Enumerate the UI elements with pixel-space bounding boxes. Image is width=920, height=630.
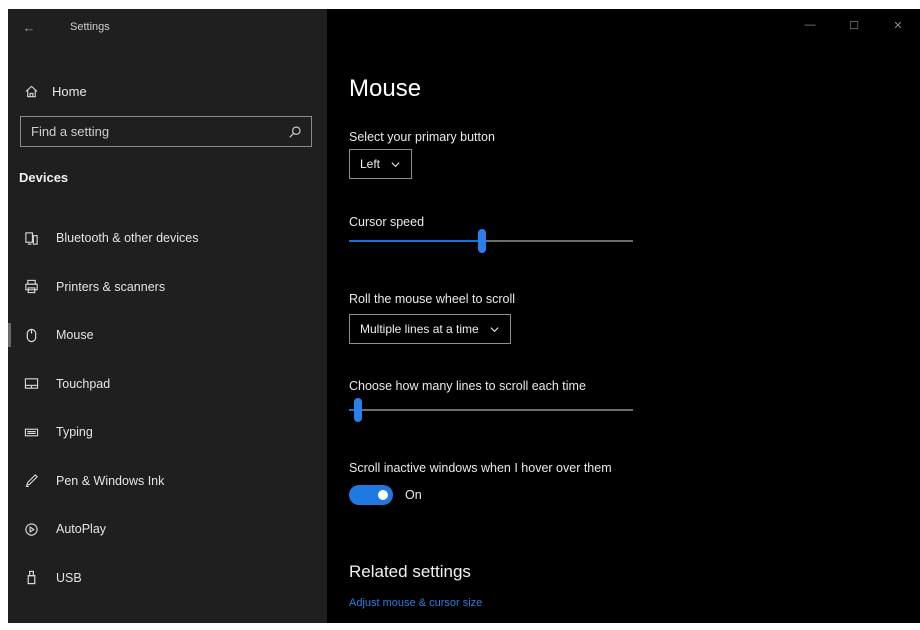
sidebar-item-printers[interactable]: Printers & scanners: [8, 263, 327, 312]
wheel-scroll-label: Roll the mouse wheel to scroll: [349, 292, 516, 306]
scroll-inactive-toggle-row: On: [349, 485, 422, 505]
sidebar-item-pen[interactable]: Pen & Windows Ink: [8, 457, 327, 506]
autoplay-icon: [22, 520, 40, 538]
usb-icon: [22, 569, 40, 587]
wheel-scroll-dropdown[interactable]: Multiple lines at a time: [349, 314, 511, 344]
minimize-icon: —: [804, 19, 816, 31]
primary-button-label: Select your primary button: [349, 130, 495, 144]
sidebar-item-label: Mouse: [56, 328, 94, 343]
wheel-scroll-value: Multiple lines at a time: [360, 322, 479, 336]
close-button[interactable]: ✕: [876, 9, 920, 41]
touchpad-icon: [22, 375, 40, 393]
chevron-down-icon: [489, 324, 500, 335]
search-icon[interactable]: [288, 125, 302, 139]
chevron-down-icon: [390, 159, 401, 170]
sidebar-item-label: Typing: [56, 425, 93, 440]
section-heading: Devices: [19, 170, 69, 185]
slider-thumb[interactable]: [354, 398, 362, 422]
lines-to-scroll-label: Choose how many lines to scroll each tim…: [349, 379, 586, 393]
sidebar: ← Settings Home Devices: [8, 9, 327, 623]
sidebar-item-label: Bluetooth & other devices: [56, 231, 199, 246]
toggle-knob: [378, 490, 388, 500]
slider-fill: [349, 240, 482, 242]
search-input[interactable]: [31, 124, 271, 139]
home-label: Home: [52, 83, 87, 99]
home-icon: [22, 82, 40, 100]
sidebar-item-label: AutoPlay: [56, 522, 107, 537]
bluetooth-devices-icon: [22, 229, 40, 247]
search-box[interactable]: [20, 116, 312, 147]
keyboard-icon: [22, 423, 40, 441]
slider-thumb[interactable]: [478, 229, 486, 253]
back-arrow-icon: ←: [22, 19, 36, 35]
pen-icon: [22, 472, 40, 490]
related-settings-heading: Related settings: [349, 562, 471, 581]
primary-button-value: Left: [360, 157, 381, 171]
settings-window: ← Settings Home Devices: [8, 9, 920, 623]
minimize-button[interactable]: —: [788, 9, 832, 41]
maximize-icon: ☐: [849, 19, 859, 32]
back-button[interactable]: ←: [8, 9, 50, 45]
sidebar-item-touchpad[interactable]: Touchpad: [8, 360, 327, 409]
sidebar-item-label: Pen & Windows Ink: [56, 473, 165, 488]
sidebar-item-label: Printers & scanners: [56, 279, 166, 294]
nav-list: Bluetooth & other devices Printers & sca…: [8, 214, 327, 602]
cursor-speed-label: Cursor speed: [349, 215, 425, 229]
sidebar-item-mouse[interactable]: Mouse: [8, 311, 327, 360]
toggle-state-label: On: [405, 488, 422, 502]
window-controls: — ☐ ✕: [788, 9, 920, 41]
page-title: Mouse: [349, 75, 422, 102]
adjust-cursor-size-link[interactable]: Adjust mouse & cursor size: [349, 597, 482, 609]
sidebar-item-typing[interactable]: Typing: [8, 408, 327, 457]
mouse-icon: [22, 326, 40, 344]
sidebar-item-label: Touchpad: [56, 376, 111, 391]
scroll-inactive-label: Scroll inactive windows when I hover ove…: [349, 461, 612, 475]
sidebar-item-autoplay[interactable]: AutoPlay: [8, 505, 327, 554]
content-pane: — ☐ ✕ Mouse Select your primary button L…: [327, 9, 920, 623]
maximize-button[interactable]: ☐: [832, 9, 876, 41]
primary-button-dropdown[interactable]: Left: [349, 149, 413, 179]
close-icon: ✕: [893, 19, 903, 32]
app-title: Settings: [70, 21, 110, 33]
slider-track: [349, 409, 633, 411]
sidebar-item-bluetooth[interactable]: Bluetooth & other devices: [8, 214, 327, 263]
cursor-speed-slider[interactable]: [349, 229, 633, 253]
sidebar-item-usb[interactable]: USB: [8, 554, 327, 603]
printer-icon: [22, 278, 40, 296]
title-bar: ← Settings: [8, 9, 327, 45]
sidebar-item-home[interactable]: Home: [8, 75, 327, 107]
sidebar-item-label: USB: [56, 570, 82, 585]
lines-to-scroll-slider[interactable]: [349, 398, 633, 422]
scroll-inactive-toggle[interactable]: [349, 485, 393, 505]
